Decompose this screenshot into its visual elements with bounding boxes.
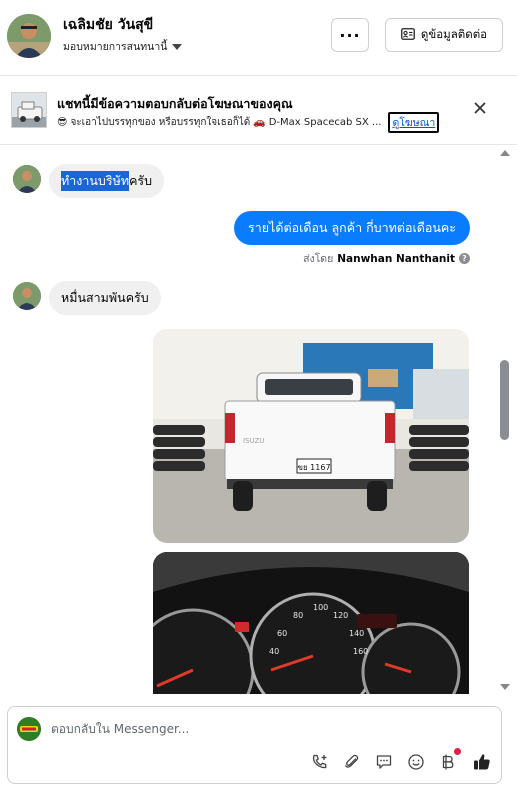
ad-subtitle-text: จะเอาไปบรรทุกของ หรือบรรทุกใจเธอก็ได้ xyxy=(70,117,251,128)
ad-reply-banner: แชทนี้มีข้อความตอบกลับต่อโฆษณาของคุณ 😎 จ… xyxy=(0,77,517,145)
license-plate-text: ขย 1167 xyxy=(297,463,330,472)
close-banner-button[interactable] xyxy=(470,98,490,118)
contact-avatar[interactable] xyxy=(7,14,51,58)
scroll-up-arrow-icon[interactable] xyxy=(500,150,510,156)
more-options-button[interactable]: ··· xyxy=(331,18,369,52)
contact-card-icon xyxy=(401,27,415,43)
scroll-thumb[interactable] xyxy=(500,360,509,440)
caret-down-icon xyxy=(172,43,183,50)
svg-text:60: 60 xyxy=(277,629,287,638)
saved-replies-button[interactable] xyxy=(373,751,395,773)
emoji-button[interactable] xyxy=(405,751,427,773)
svg-text:100: 100 xyxy=(313,603,328,612)
svg-text:120: 120 xyxy=(333,611,348,620)
sunglasses-emoji-icon: 😎 xyxy=(57,117,68,128)
message-composer xyxy=(7,706,502,784)
message-text: รายได้ต่อเดือน ลูกค้า กี่บาทต่อเดือนคะ xyxy=(248,220,456,235)
svg-text:80: 80 xyxy=(293,611,303,620)
svg-text:160: 160 xyxy=(353,647,368,656)
message-bubble-outgoing[interactable]: รายได้ต่อเดือน ลูกค้า กี่บาทต่อเดือนคะ xyxy=(234,211,470,245)
svg-text:40: 40 xyxy=(269,647,279,656)
photo-attachment-truck[interactable]: ขย 1167 ISUZU xyxy=(153,329,469,543)
smiley-icon xyxy=(408,754,424,770)
view-contact-info-button[interactable]: ดูข้อมูลติดต่อ xyxy=(385,18,503,52)
info-icon[interactable]: ? xyxy=(459,253,470,264)
message-thread[interactable]: ทำงานบริษัท ครับ รายได้ต่อเดือน ลูกค้า ก… xyxy=(0,146,498,694)
baht-icon xyxy=(442,754,454,770)
sender-avatar xyxy=(13,282,41,310)
notification-dot xyxy=(454,748,461,755)
assign-label: มอบหมายการสนทนานี้ xyxy=(63,41,168,53)
contact-name[interactable]: เฉลิมชัย วันสุขี xyxy=(63,14,153,36)
assign-conversation-dropdown[interactable]: มอบหมายการสนทนานี้ xyxy=(63,38,183,55)
close-icon xyxy=(474,102,486,114)
selected-text: ทำงานบริษัท xyxy=(61,171,130,191)
conversation-header: เฉลิมชัย วันสุขี มอบหมายการสนทนานี้ ··· … xyxy=(0,0,517,76)
more-dots-icon: ··· xyxy=(339,25,361,45)
attach-file-button[interactable] xyxy=(341,751,363,773)
sender-avatar xyxy=(13,165,41,193)
ad-banner-title: แชทนี้มีข้อความตอบกลับต่อโฆษณาของคุณ xyxy=(57,96,293,111)
thread-scrollbar[interactable] xyxy=(498,146,511,694)
sent-by-name: Nanwhan Nanthanit xyxy=(337,252,455,265)
photo-attachment-dashboard[interactable]: 60 80 100 120 140 160 40 xyxy=(153,552,469,694)
like-button[interactable] xyxy=(471,751,493,773)
phone-plus-icon xyxy=(312,754,327,769)
scroll-down-arrow-icon[interactable] xyxy=(500,684,510,690)
view-ad-link[interactable]: ดูโฆษณา xyxy=(388,112,440,133)
message-text: หมื่นสามพันครับ xyxy=(61,290,149,305)
thumbs-up-icon xyxy=(474,754,490,770)
ad-name: D-Max Spacecab SX ... xyxy=(268,117,382,128)
add-call-button[interactable] xyxy=(309,751,331,773)
message-text: ครับ xyxy=(129,173,153,188)
svg-text:140: 140 xyxy=(349,629,364,638)
sent-by-prefix: ส่งโดย xyxy=(303,253,334,265)
truck-brand-text: ISUZU xyxy=(243,437,264,445)
page-logo xyxy=(17,717,41,741)
message-bubble-incoming[interactable]: ทำงานบริษัท ครับ xyxy=(49,164,165,198)
chat-bubble-icon xyxy=(376,755,392,769)
ad-banner-subtitle: 😎 จะเอาไปบรรทุกของ หรือบรรทุกใจเธอก็ได้ … xyxy=(57,112,440,133)
paperclip-icon xyxy=(345,754,359,768)
car-emoji-icon: 🚗 xyxy=(253,117,266,128)
contact-info-label: ดูข้อมูลติดต่อ xyxy=(420,27,488,41)
message-bubble-incoming[interactable]: หมื่นสามพันครับ xyxy=(49,281,161,315)
sent-by-label: ส่งโดย Nanwhan Nanthanit ? xyxy=(303,250,470,267)
ad-thumbnail[interactable] xyxy=(11,92,47,128)
reply-input[interactable] xyxy=(51,718,481,740)
